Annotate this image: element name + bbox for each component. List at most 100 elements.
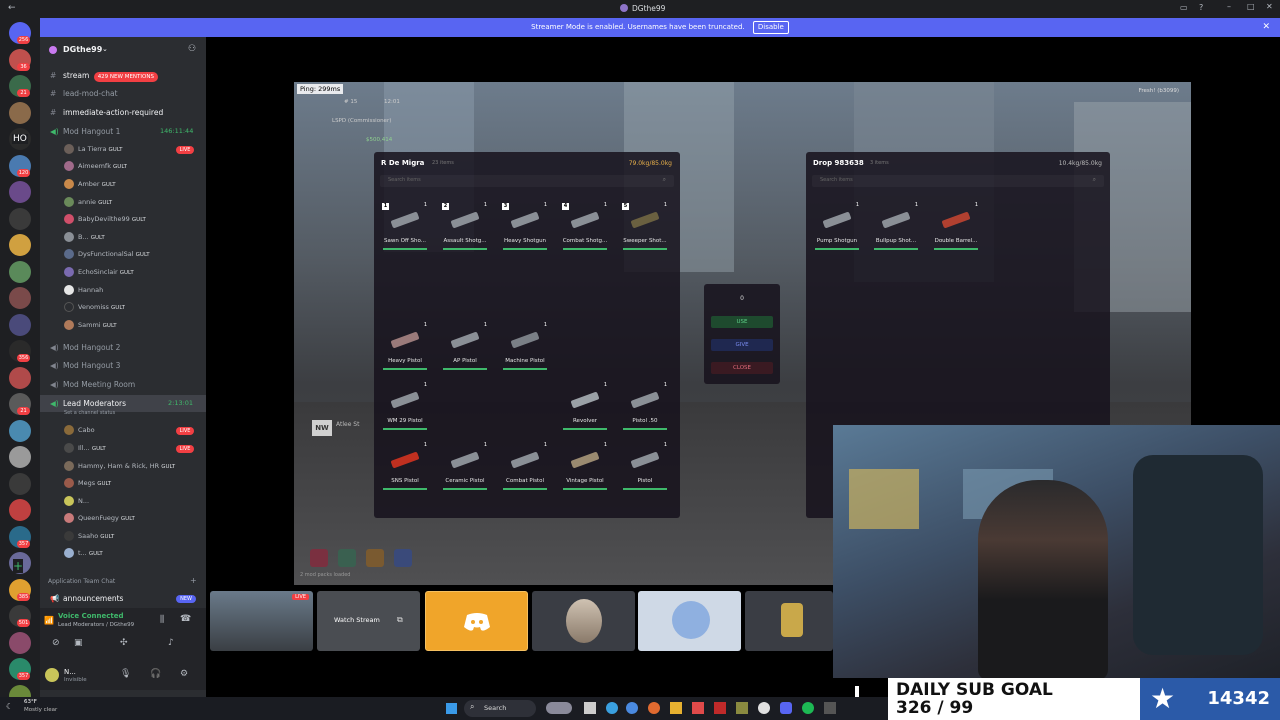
app-icon[interactable] bbox=[736, 702, 748, 714]
voice-status[interactable]: Voice Connected bbox=[58, 612, 124, 620]
server-icon[interactable] bbox=[9, 472, 31, 495]
inventory-slot[interactable]: 5 1 Sweeper Shot... bbox=[619, 200, 671, 252]
minimize-icon[interactable]: – bbox=[1227, 2, 1231, 11]
voice-user[interactable]: Hammy, Ham & Rick, HR GULT bbox=[64, 458, 175, 475]
channel-immediate-action[interactable]: # immediate-action-required bbox=[40, 104, 206, 121]
use-button[interactable]: USE bbox=[711, 316, 773, 328]
channel-stream[interactable]: # stream 429 NEW MENTIONS bbox=[40, 67, 206, 84]
server-icon[interactable] bbox=[9, 287, 31, 309]
headphones-icon[interactable]: 🎧 bbox=[150, 669, 161, 679]
user-tile-3[interactable] bbox=[745, 591, 833, 651]
voice-user[interactable]: Amber GULT bbox=[64, 176, 116, 193]
weather-temp[interactable]: 63°F bbox=[24, 699, 37, 705]
inventory-slot[interactable]: 3 1 Heavy Shotgun bbox=[499, 200, 551, 252]
voice-user[interactable]: Ill... GULT bbox=[64, 440, 106, 457]
edge-icon[interactable] bbox=[606, 702, 618, 714]
voice-user[interactable]: annie GULT bbox=[64, 194, 112, 211]
inventory-slot[interactable]: 1 Combat Pistol bbox=[499, 440, 551, 492]
amount-input[interactable]: 0 bbox=[704, 295, 780, 302]
voice-user[interactable]: N... bbox=[64, 493, 89, 510]
channel-lead-mod-chat[interactable]: # lead-mod-chat bbox=[40, 85, 206, 102]
inventory-slot[interactable]: 1 1 Sawn Off Sho... bbox=[379, 200, 431, 252]
server-icon[interactable] bbox=[9, 499, 31, 521]
firefox-icon[interactable] bbox=[648, 702, 660, 714]
inventory-slot[interactable]: 1 WM 29 Pistol bbox=[379, 380, 431, 432]
close-button[interactable]: CLOSE bbox=[711, 362, 773, 374]
inventory-slot[interactable]: 1 SNS Pistol bbox=[379, 440, 431, 492]
server-icon[interactable] bbox=[9, 260, 31, 283]
chevron-down-icon[interactable]: ⌄ bbox=[102, 45, 108, 53]
app-icon[interactable] bbox=[824, 702, 836, 714]
voice-user[interactable]: DysFunctionalSal GULT bbox=[64, 246, 150, 263]
server-icon[interactable] bbox=[9, 366, 31, 389]
watch-stream-tile[interactable]: Watch Stream ⧉ bbox=[317, 591, 420, 651]
channel-status[interactable]: Set a channel status bbox=[64, 410, 115, 416]
inventory-slot[interactable]: 1 Heavy Pistol bbox=[379, 320, 431, 372]
disconnect-icon[interactable]: ☎ bbox=[180, 614, 191, 624]
inbox-icon[interactable]: ▭ bbox=[1180, 3, 1188, 12]
server-icon[interactable] bbox=[9, 207, 31, 230]
folder-icon[interactable] bbox=[670, 702, 682, 714]
inventory-slot[interactable]: 1 Revolver bbox=[559, 380, 611, 432]
add-member-icon[interactable]: ⚇ bbox=[188, 44, 196, 54]
server-name[interactable]: DGthe99 bbox=[63, 45, 102, 54]
category-header[interactable]: Application Team Chat bbox=[48, 578, 115, 585]
server-icon[interactable] bbox=[9, 419, 31, 442]
channel-announcements[interactable]: 📢 announcements NEW bbox=[40, 590, 206, 607]
server-icon[interactable] bbox=[9, 313, 31, 336]
inventory-slot[interactable]: 1 Pistol bbox=[619, 440, 671, 492]
voice-user[interactable]: Saaho GULT bbox=[64, 528, 114, 545]
adobe-icon[interactable] bbox=[714, 702, 726, 714]
user-avatar[interactable] bbox=[45, 668, 59, 682]
server-icon[interactable] bbox=[9, 446, 31, 468]
voice-channel-path[interactable]: Lead Moderators / DGthe99 bbox=[58, 622, 134, 628]
activity-icon[interactable]: ✣ bbox=[120, 638, 128, 648]
add-channel-icon[interactable]: + bbox=[190, 576, 197, 585]
server-icon[interactable] bbox=[9, 234, 31, 256]
widget-icon[interactable] bbox=[546, 702, 572, 714]
weather-desc[interactable]: Mostly clear bbox=[24, 707, 57, 713]
voice-user[interactable]: BabyDevilthe99 GULT bbox=[64, 211, 146, 228]
inventory-slot[interactable]: 1 Pistol .50 bbox=[619, 380, 671, 432]
voice-user[interactable]: B... GULT bbox=[64, 229, 105, 246]
voice-user[interactable]: La Tierra GULT bbox=[64, 141, 123, 158]
chrome-icon[interactable] bbox=[758, 702, 770, 714]
voice-user[interactable]: Sammi GULT bbox=[64, 317, 117, 334]
discord-tile[interactable] bbox=[425, 591, 528, 651]
add-server-icon[interactable]: + bbox=[13, 559, 24, 573]
inventory-slot[interactable]: 1 Pump Shotgun bbox=[811, 200, 863, 252]
voice-user[interactable]: EchoSinclair GULT bbox=[64, 264, 134, 281]
popout-icon[interactable]: ⧉ bbox=[397, 615, 403, 625]
inventory-slot[interactable]: 1 Bullpup Shot... bbox=[870, 200, 922, 252]
spotify-icon[interactable] bbox=[802, 702, 814, 714]
inventory-slot[interactable]: 4 1 Combat Shotg... bbox=[559, 200, 611, 252]
microphone-icon[interactable]: 🎙 bbox=[120, 669, 131, 679]
inventory-slot[interactable]: 1 Ceramic Pistol bbox=[439, 440, 491, 492]
task-view-icon[interactable] bbox=[584, 702, 596, 714]
server-icon[interactable] bbox=[9, 181, 31, 203]
voice-user[interactable]: t... GULT bbox=[64, 545, 103, 562]
close-window-icon[interactable]: ✕ bbox=[1266, 2, 1273, 11]
back-icon[interactable]: ← bbox=[8, 3, 16, 13]
help-icon[interactable]: ? bbox=[1199, 3, 1203, 12]
soundboard-icon[interactable]: ♪ bbox=[168, 638, 174, 648]
browser-icon[interactable] bbox=[626, 702, 638, 714]
stream-thumbnail-game[interactable]: LIVE bbox=[210, 591, 313, 651]
voice-user[interactable]: QueenFuegy GULT bbox=[64, 510, 135, 527]
windows-start-icon[interactable] bbox=[446, 703, 457, 714]
screen-share-icon[interactable]: ▣ bbox=[74, 638, 83, 648]
inventory-slot[interactable]: 1 Vintage Pistol bbox=[559, 440, 611, 492]
home-server-label[interactable]: HO bbox=[12, 134, 28, 144]
user-tile-1[interactable] bbox=[532, 591, 635, 651]
maximize-icon[interactable]: □ bbox=[1247, 2, 1255, 11]
inventory-slot[interactable]: 1 AP Pistol bbox=[439, 320, 491, 372]
noise-suppression-icon[interactable]: ⫼ bbox=[160, 615, 164, 625]
voice-channel-mod-hangout-3[interactable]: ◀) Mod Hangout 3 bbox=[40, 357, 206, 374]
settings-gear-icon[interactable]: ⚙ bbox=[180, 669, 188, 679]
server-icon[interactable] bbox=[9, 631, 31, 654]
inventory-slot[interactable]: 2 1 Assault Shotg... bbox=[439, 200, 491, 252]
voice-user[interactable]: Cabo bbox=[64, 422, 95, 439]
voice-channel-mod-meeting-room[interactable]: ◀) Mod Meeting Room bbox=[40, 376, 206, 393]
inventory-slot[interactable]: 1 Machine Pistol bbox=[499, 320, 551, 372]
inventory-slot[interactable]: 1 Double Barrel... bbox=[930, 200, 982, 252]
